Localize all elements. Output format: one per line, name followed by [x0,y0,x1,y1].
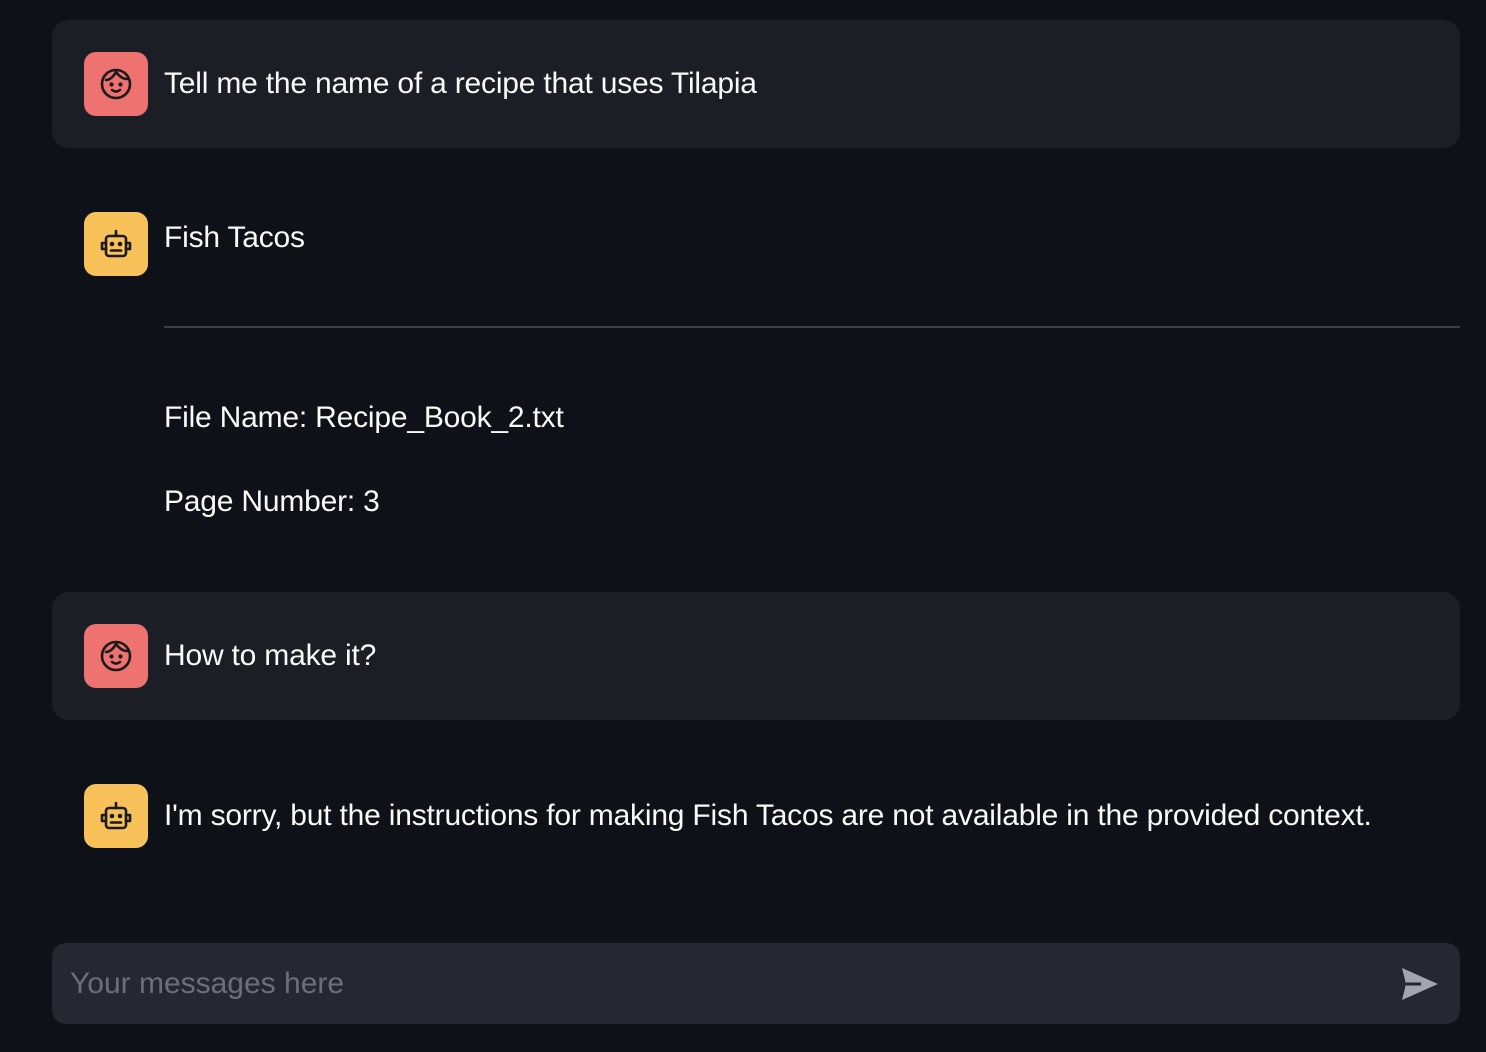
message-text: How to make it? [164,639,377,672]
user-face-icon [100,68,132,100]
message-text: I'm sorry, but the instructions for maki… [164,799,1372,832]
send-button[interactable] [1400,965,1440,1003]
chat-message-user: Tell me the name of a recipe that uses T… [52,20,1460,148]
source-page-number: Page Number: 3 [164,485,380,518]
robot-icon [100,801,132,830]
user-avatar [84,52,148,116]
chat-message-user: How to make it? [52,592,1460,720]
send-arrow-icon [1402,968,1438,1000]
chat-input-container [52,943,1460,1024]
assistant-avatar [84,212,148,276]
source-file-name: File Name: Recipe_Book_2.txt [164,401,564,434]
chat-input[interactable] [70,943,1370,1024]
chat-message-assistant: Fish Tacos File Name: Recipe_Book_2.txt … [52,180,1460,560]
user-avatar [84,624,148,688]
chat-page: Tell me the name of a recipe that uses T… [0,0,1486,1052]
assistant-avatar [84,784,148,848]
user-face-icon [100,640,132,672]
divider [164,326,1460,328]
robot-icon [100,229,132,258]
chat-message-assistant: I'm sorry, but the instructions for maki… [52,752,1460,880]
message-text: Fish Tacos [164,221,305,254]
message-text: Tell me the name of a recipe that uses T… [164,67,757,100]
